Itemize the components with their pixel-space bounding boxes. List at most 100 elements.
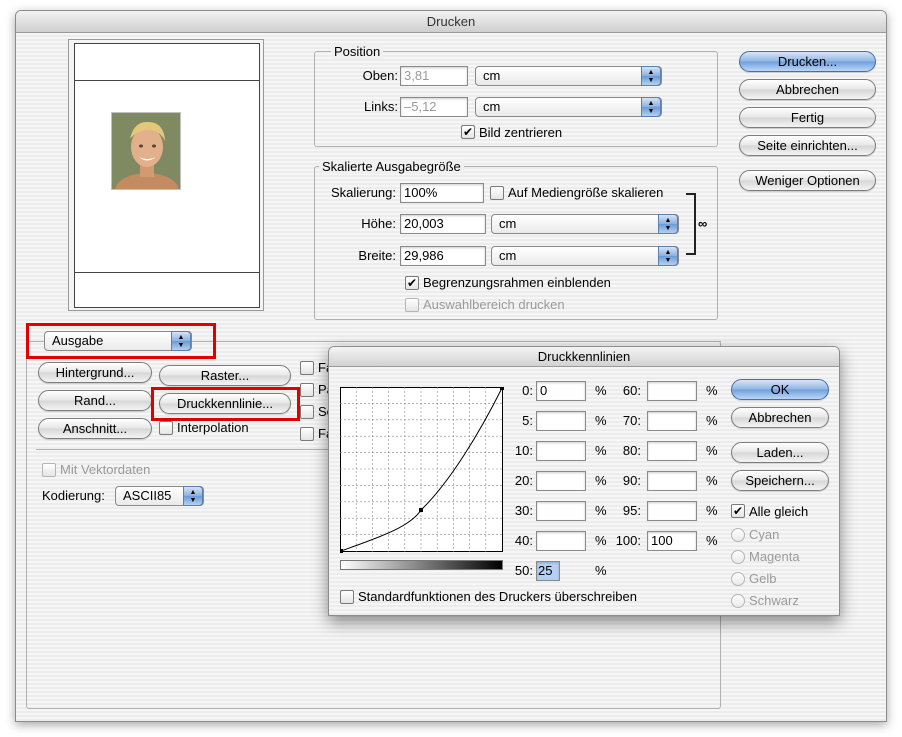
field-0-input[interactable]: 0 [536, 381, 586, 401]
override-printer-label: Standardfunktionen des Druckers überschr… [358, 589, 637, 604]
done-button[interactable]: Fertig [739, 107, 876, 128]
field-80-percent: % [706, 443, 718, 458]
field-95-percent: % [706, 503, 718, 518]
left-field[interactable]: –5,12 [400, 97, 468, 117]
field-10-input[interactable] [536, 441, 586, 461]
print-selection-label: Auswahlbereich drucken [423, 297, 565, 312]
partial-checkbox-1[interactable] [300, 361, 314, 375]
transfer-cancel-button[interactable]: Abbrechen [731, 407, 829, 428]
ok-button[interactable]: OK [731, 379, 829, 400]
page-setup-button[interactable]: Seite einrichten... [739, 135, 876, 156]
window-title: Drucken [16, 11, 886, 33]
curve-point-0[interactable] [340, 549, 343, 553]
interpolation-checkbox[interactable] [159, 421, 173, 435]
height-field[interactable]: 20,003 [400, 214, 486, 234]
chain-link-icon[interactable]: ∞ [698, 216, 707, 231]
top-unit-select[interactable]: cm ▲ ▼ [475, 66, 662, 86]
boy-portrait-image [112, 113, 180, 189]
transfer-function-dialog: Druckkennlinien 0: 0 % 5: % 10: % 20: % … [328, 346, 840, 616]
preview-photo [111, 112, 181, 190]
top-label: Oben: [362, 68, 398, 83]
cancel-button[interactable]: Abbrechen [739, 79, 876, 100]
partial-checkbox-3[interactable] [300, 405, 314, 419]
field-100-label: 100: [615, 533, 641, 548]
highlight-transfer-button [151, 387, 300, 421]
field-95-label: 95: [622, 503, 641, 518]
bounding-box-checkbox[interactable]: ✔ [405, 276, 419, 290]
field-80-input[interactable] [647, 441, 697, 461]
margin-line-bottom [75, 272, 259, 273]
print-button[interactable]: Drucken... [739, 51, 876, 72]
field-20-input[interactable] [536, 471, 586, 491]
field-70-percent: % [706, 413, 718, 428]
partial-checkbox-4[interactable] [300, 427, 314, 441]
encoding-label: Kodierung: [42, 488, 105, 503]
black-radio [731, 594, 745, 608]
curve-point-50[interactable] [419, 508, 423, 512]
field-40-input[interactable] [536, 531, 586, 551]
save-button[interactable]: Speichern... [731, 470, 829, 491]
up-down-arrows-icon: ▲ ▼ [658, 214, 678, 234]
field-100-percent: % [706, 533, 718, 548]
width-label: Breite: [358, 248, 396, 263]
print-preview [68, 39, 264, 311]
black-label: Schwarz [749, 593, 799, 608]
field-70-label: 70: [622, 413, 641, 428]
field-50-percent: % [595, 563, 607, 578]
center-image-checkbox[interactable]: ✔ [461, 125, 475, 139]
proportion-bracket [686, 193, 696, 255]
partial-checkbox-2[interactable] [300, 383, 314, 397]
fewer-options-button[interactable]: Weniger Optionen [739, 170, 876, 191]
transfer-curve-graph[interactable] [340, 387, 504, 553]
vector-data-checkbox [42, 463, 56, 477]
up-down-arrows-icon: ▲ ▼ [641, 66, 661, 86]
field-5-label: 5: [522, 413, 533, 428]
width-unit-value: cm [499, 248, 517, 263]
up-down-arrows-icon: ▲ ▼ [183, 486, 203, 506]
bleed-button[interactable]: Anschnitt... [38, 418, 152, 439]
preview-paper [74, 43, 260, 308]
field-60-label: 60: [622, 383, 641, 398]
highlight-output-select [26, 323, 216, 359]
override-printer-checkbox[interactable] [340, 590, 354, 604]
field-95-input[interactable] [647, 501, 697, 521]
top-unit-value: cm [483, 68, 501, 83]
height-unit-select[interactable]: cm ▲ ▼ [491, 214, 679, 234]
field-10-label: 10: [514, 443, 533, 458]
field-5-input[interactable] [536, 411, 586, 431]
bounding-box-label: Begrenzungsrahmen einblenden [423, 275, 611, 290]
field-40-label: 40: [514, 533, 533, 548]
fit-media-checkbox[interactable] [490, 186, 504, 200]
field-70-input[interactable] [647, 411, 697, 431]
top-field[interactable]: 3,81 [400, 66, 468, 86]
border-button[interactable]: Rand... [38, 390, 152, 411]
field-30-input[interactable] [536, 501, 586, 521]
scale-field[interactable]: 100% [400, 183, 484, 203]
left-unit-select[interactable]: cm ▲ ▼ [475, 97, 662, 117]
gradient-bar [340, 560, 503, 570]
interpolation-label: Interpolation [177, 420, 249, 435]
fit-media-label: Auf Mediengröße skalieren [508, 185, 664, 200]
field-90-input[interactable] [647, 471, 697, 491]
vector-data-label: Mit Vektordaten [60, 462, 151, 477]
field-20-label: 20: [514, 473, 533, 488]
field-60-input[interactable] [647, 381, 697, 401]
load-button[interactable]: Laden... [731, 442, 829, 463]
encoding-select[interactable]: ASCII85 ▲ ▼ [115, 486, 204, 506]
width-unit-select[interactable]: cm ▲ ▼ [491, 246, 679, 266]
left-unit-value: cm [483, 99, 501, 114]
output-inner-separator [36, 449, 336, 450]
field-30-label: 30: [514, 503, 533, 518]
width-field[interactable]: 29,986 [400, 246, 486, 266]
all-same-label: Alle gleich [749, 504, 809, 519]
left-label: Links: [364, 99, 398, 114]
field-0-label: 0: [522, 383, 533, 398]
field-50-input[interactable]: 25 [536, 561, 560, 581]
field-100-input[interactable]: 100 [647, 531, 697, 551]
field-50-label: 50: [514, 563, 533, 578]
screen-button[interactable]: Raster... [159, 365, 291, 386]
all-same-checkbox[interactable]: ✔ [731, 504, 745, 518]
print-selection-checkbox [405, 298, 419, 312]
magenta-label: Magenta [749, 549, 800, 564]
background-button[interactable]: Hintergrund... [38, 362, 152, 383]
